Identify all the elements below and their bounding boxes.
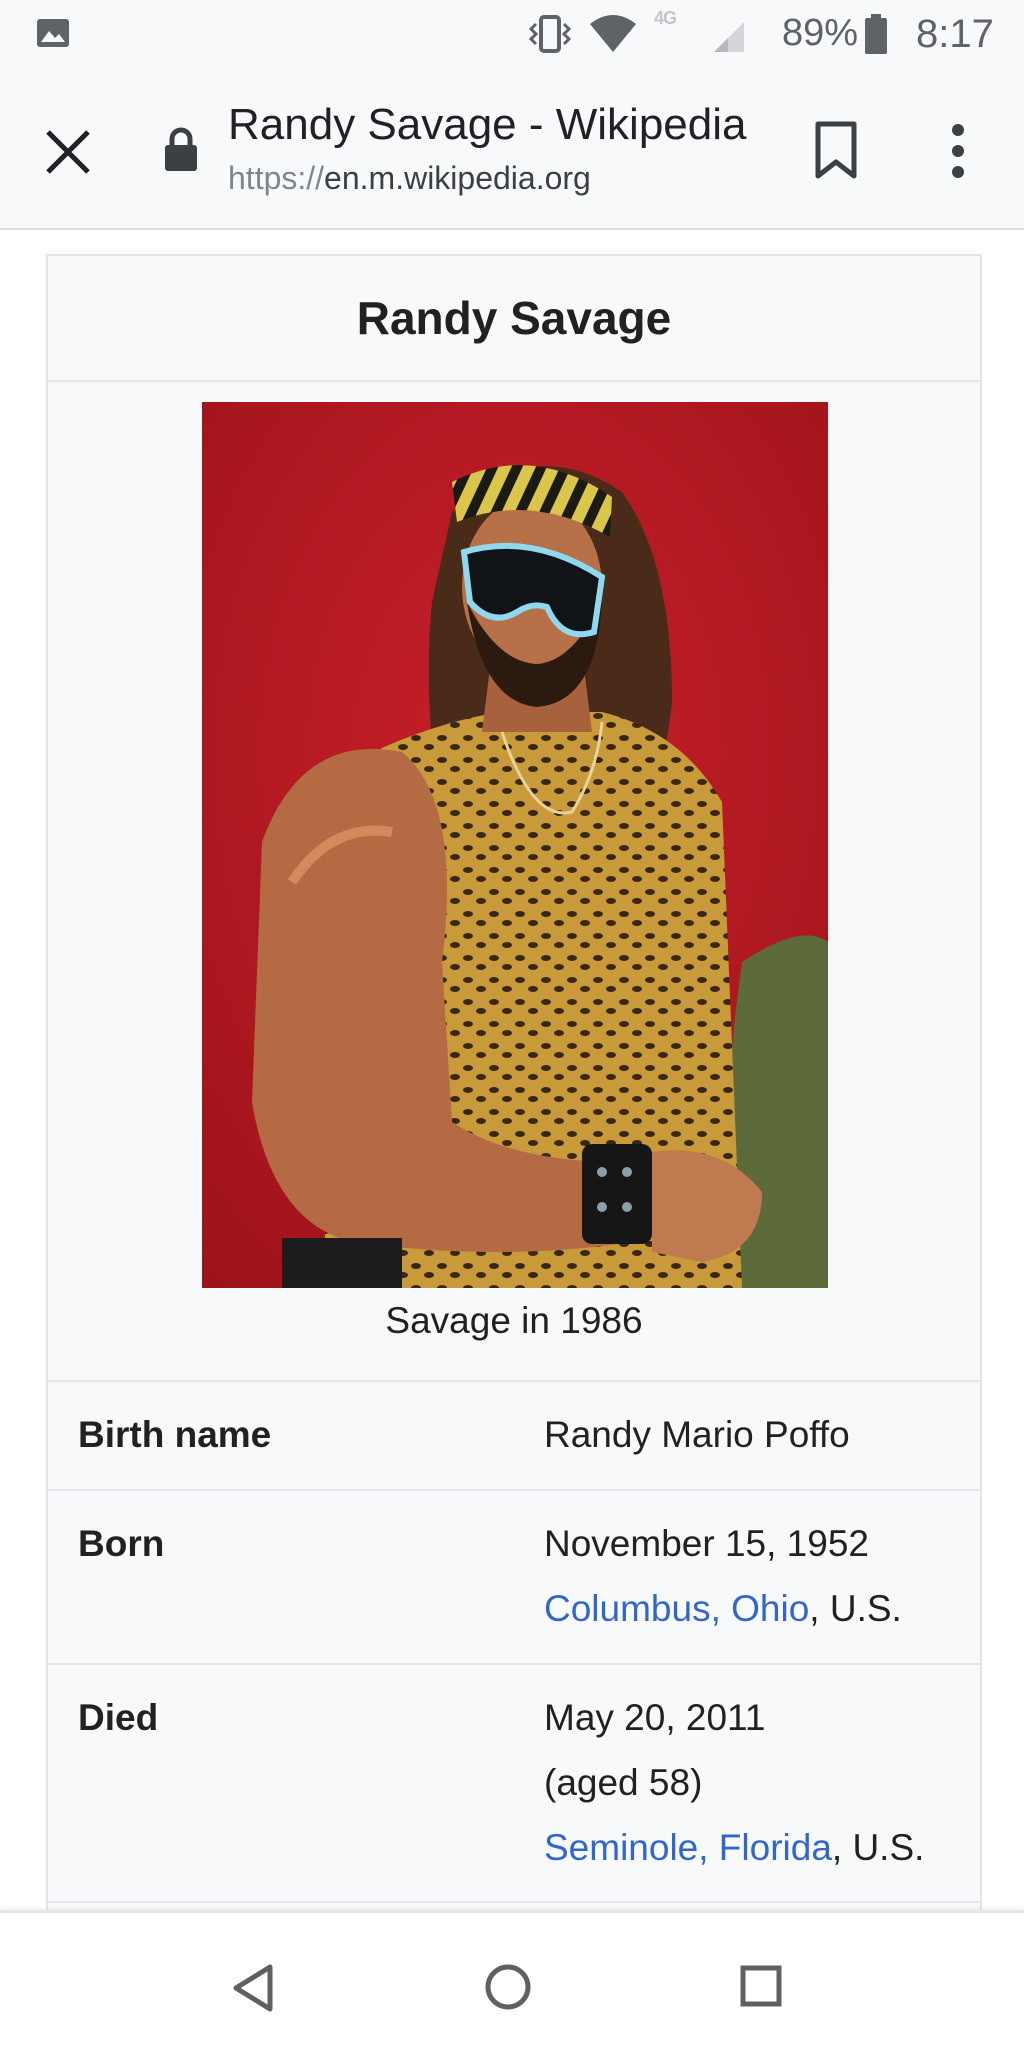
status-bar: 4G 89% 8:17 — [0, 0, 1024, 70]
wifi-icon — [590, 15, 636, 52]
back-icon[interactable] — [230, 1963, 276, 2013]
portrait-image[interactable] — [202, 402, 828, 1288]
row-label: Birth name — [78, 1414, 272, 1455]
row-value: November 15, 1952 Columbus, Ohio, U.S. — [544, 1511, 902, 1641]
close-icon[interactable] — [40, 124, 96, 180]
infobox-image-block: Savage in 1986 — [48, 382, 980, 1382]
browser-toolbar: Randy Savage - Wikipedia https://en.m.wi… — [0, 70, 1024, 230]
born-place-link[interactable]: Columbus, Ohio — [544, 1588, 809, 1629]
birth-name-value: Randy Mario Poffo — [544, 1414, 850, 1455]
system-nav-bar — [0, 1910, 1024, 2051]
born-place-suffix: , U.S. — [809, 1588, 902, 1629]
gallery-icon — [37, 19, 69, 47]
url-host: en.m.wikipedia.org — [324, 160, 591, 196]
infobox-title: Randy Savage — [48, 256, 980, 382]
signal-icon — [714, 22, 744, 52]
died-age: (aged 58) — [544, 1762, 703, 1803]
infobox-row-birth-name: Birth name Randy Mario Poffo — [48, 1382, 980, 1491]
row-value: May 20, 2011 (aged 58) Seminole, Florida… — [544, 1685, 924, 1880]
infobox: Randy Savage Savage in 1986 Birth name R… — [46, 254, 982, 1914]
more-vert-icon[interactable] — [936, 120, 980, 182]
url-scheme: https:// — [228, 160, 325, 196]
battery-icon — [865, 14, 887, 54]
bookmark-icon[interactable] — [808, 120, 864, 182]
row-label: Died — [78, 1697, 159, 1738]
lock-icon[interactable] — [164, 126, 198, 172]
network-type: 4G — [654, 8, 677, 28]
vibrate-icon — [528, 15, 572, 53]
row-label: Born — [78, 1523, 165, 1564]
died-date: May 20, 2011 — [544, 1697, 766, 1738]
clock: 8:17 — [916, 12, 994, 56]
infobox-row-died: Died May 20, 2011 (aged 58) Seminole, Fl… — [48, 1665, 980, 1903]
died-place: Seminole, Florida, U.S. — [544, 1815, 924, 1880]
page-title[interactable]: Randy Savage - Wikipedia — [228, 100, 746, 150]
died-place-suffix: , U.S. — [831, 1827, 925, 1868]
died-place-link[interactable]: Seminole, Florida — [544, 1827, 832, 1868]
battery-percentage: 89% — [782, 12, 859, 54]
infobox-row-born: Born November 15, 1952 Columbus, Ohio, U… — [48, 1491, 980, 1665]
home-icon[interactable] — [484, 1963, 532, 2011]
born-date: November 15, 1952 — [544, 1523, 869, 1564]
recents-icon[interactable] — [740, 1965, 782, 2007]
url-display[interactable]: https://en.m.wikipedia.org — [228, 160, 591, 197]
born-place: Columbus, Ohio, U.S. — [544, 1576, 902, 1641]
row-value: Randy Mario Poffo — [544, 1402, 850, 1467]
image-caption: Savage in 1986 — [385, 1300, 643, 1341]
